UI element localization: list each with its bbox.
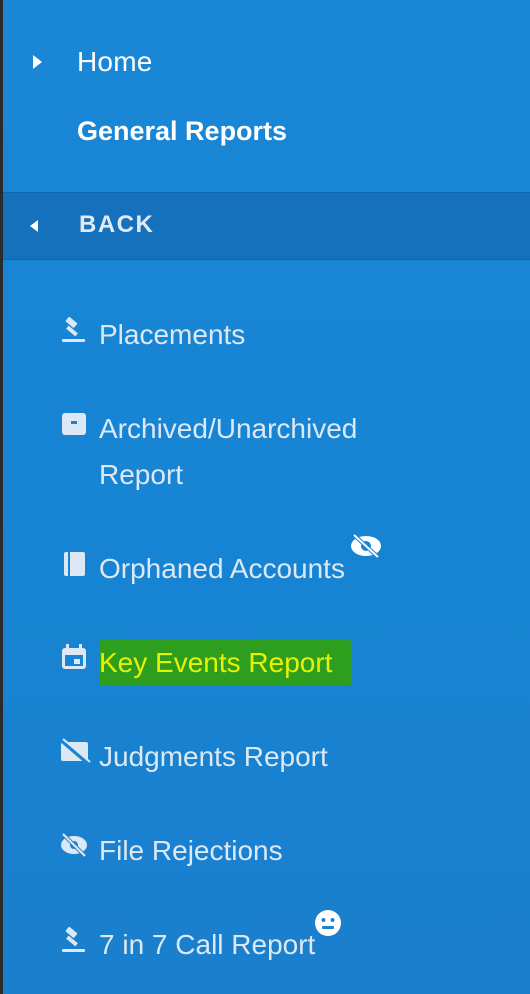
- eye-slash-icon: [59, 830, 89, 860]
- archive-box-icon: [59, 408, 89, 438]
- menu-item-label: Key Events Report: [99, 640, 353, 686]
- no-card-icon: [59, 736, 91, 766]
- gavel-icon: [59, 314, 89, 344]
- calendar-icon: [59, 642, 89, 672]
- nav-home-label: Home: [77, 46, 153, 77]
- menu-item-label: File Rejections: [99, 835, 283, 866]
- back-button-label: BACK: [79, 211, 155, 238]
- sidebar-panel: Home General Reports BACK Placements Arc…: [0, 0, 530, 994]
- back-button[interactable]: BACK: [3, 192, 530, 260]
- menu-item-label: Placements: [99, 319, 246, 350]
- book-icon: [59, 548, 89, 578]
- face-icon: [313, 908, 343, 945]
- menu-item-label: Orphaned Accounts: [99, 553, 345, 584]
- menu-item-label: Judgments Report: [99, 741, 328, 772]
- eye-slash-icon: [349, 532, 383, 567]
- menu-item-label: Archived/Unarchived Report: [99, 413, 358, 490]
- nav-general-reports-label: General Reports: [77, 116, 288, 146]
- gavel-icon: [59, 924, 89, 954]
- menu-item-label: 7 in 7 Call Report: [99, 929, 316, 960]
- caret-left-icon: [30, 220, 38, 232]
- caret-right-icon: [33, 55, 42, 69]
